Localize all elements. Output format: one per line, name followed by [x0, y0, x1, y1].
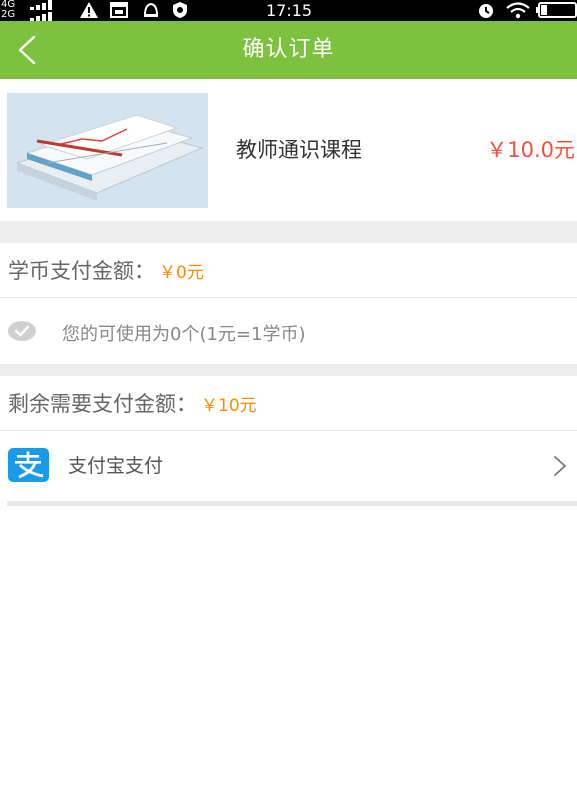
coin-payment-label: 学币支付金额： [8, 259, 155, 283]
notification-icon [143, 2, 159, 17]
wifi-icon [506, 2, 530, 19]
coin-available-text: 您的可使用为0个(1元=1学币) [62, 324, 306, 345]
product-name: 教师通识课程 [236, 138, 362, 162]
signal-icon-secondary [30, 11, 56, 21]
chevron-right-icon [554, 456, 566, 476]
checkbox-icon[interactable] [8, 321, 36, 341]
battery-icon [536, 2, 577, 18]
product-thumbnail [7, 93, 208, 208]
coin-payment-amount: ￥0元 [159, 262, 204, 283]
coin-payment-row: 学币支付金额： ￥0元 [0, 243, 577, 297]
header-bar: 确认订单 [0, 21, 577, 79]
coin-available-row: 您的可使用为0个(1元=1学币) [0, 298, 577, 364]
section-gap [0, 364, 577, 376]
remaining-payment-amount: ￥10元 [201, 395, 257, 416]
divider [7, 501, 577, 506]
product-price: ￥10.0元 [486, 138, 575, 162]
remaining-payment-row: 剩余需要支付金额： ￥10元 [0, 376, 577, 430]
page-title: 确认订单 [242, 37, 335, 62]
gallery-icon [110, 2, 128, 18]
signal-icon [30, 0, 56, 10]
alipay-payment-option[interactable]: 支付宝支付 [0, 431, 577, 501]
clock: 17:15 [266, 1, 313, 20]
remaining-payment-label: 剩余需要支付金额： [8, 392, 197, 416]
alarm-icon [479, 4, 493, 18]
product-item: 教师通识课程 ￥10.0元 [0, 79, 577, 221]
status-bar: 4G 2G 17:15 [0, 0, 577, 21]
alipay-icon [8, 448, 49, 482]
network-type-bottom: 2G [1, 9, 16, 20]
alipay-label: 支付宝支付 [68, 455, 164, 477]
shield-icon [173, 2, 187, 18]
section-gap [0, 221, 577, 243]
warning-icon [80, 2, 98, 18]
